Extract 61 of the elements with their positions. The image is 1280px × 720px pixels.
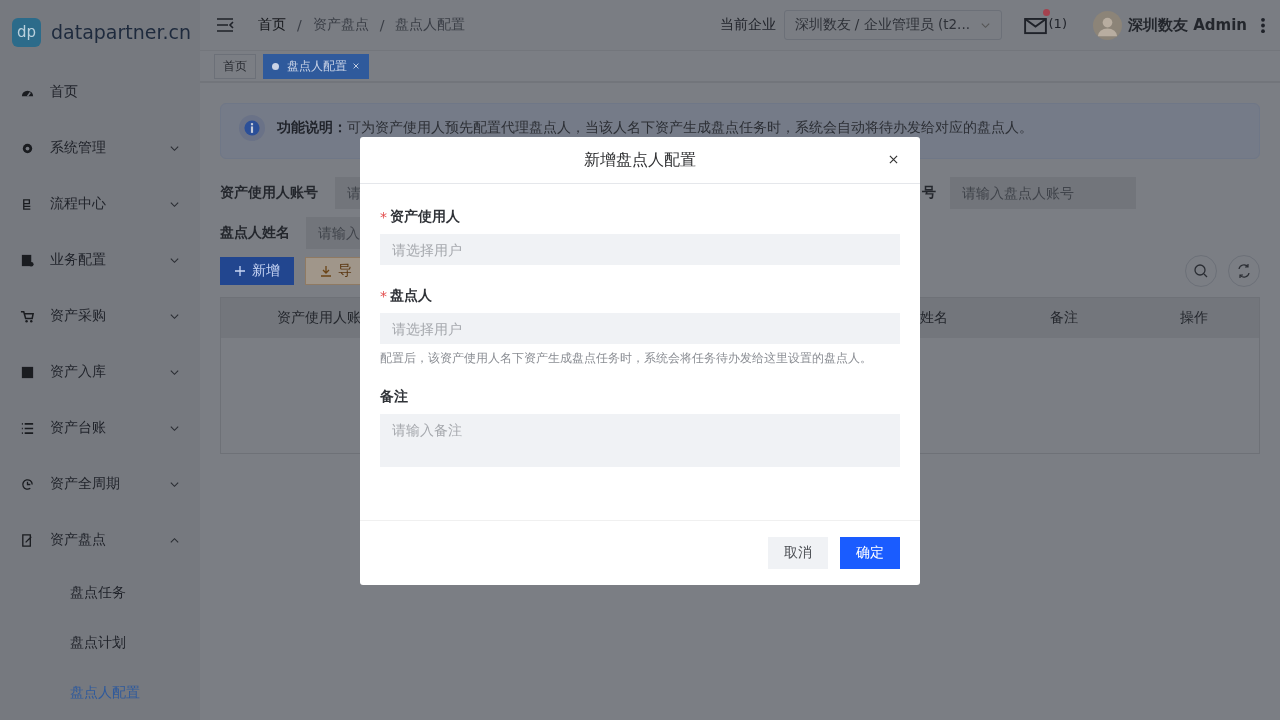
field-label: 盘点人 bbox=[390, 287, 432, 305]
filter-label: 资产使用人账号 bbox=[220, 184, 319, 202]
dialog-title: 新增盘点人配置 bbox=[584, 149, 696, 171]
company-label: 当前企业 bbox=[719, 16, 776, 34]
close-icon[interactable] bbox=[889, 155, 898, 164]
sidebar-item[interactable]: 资产台账 bbox=[0, 400, 200, 456]
breadcrumb-separator: / bbox=[379, 17, 385, 33]
dot-icon bbox=[272, 62, 279, 70]
mail-count: (1) bbox=[1048, 15, 1067, 31]
sidebar-item[interactable]: 首页 bbox=[0, 64, 200, 120]
remark-field[interactable]: 请输入备注 bbox=[380, 414, 900, 467]
breadcrumb-separator: / bbox=[297, 17, 302, 33]
required-mark: * bbox=[380, 288, 387, 304]
page-tab[interactable]: 首页 bbox=[214, 53, 256, 79]
menu-icon bbox=[20, 476, 35, 492]
user-select[interactable]: 请选择用户 bbox=[380, 234, 900, 265]
mail-icon[interactable] bbox=[1023, 17, 1047, 35]
menu-icon bbox=[20, 308, 35, 324]
info-icon bbox=[239, 115, 265, 141]
required-mark: * bbox=[380, 209, 387, 225]
sidebar-subitem[interactable]: 盘点计划 bbox=[0, 618, 200, 668]
menu-icon bbox=[20, 364, 35, 380]
sidebar-item[interactable]: 流程中心 bbox=[0, 176, 200, 232]
column-header: 操作 bbox=[1179, 309, 1209, 327]
column-header: 备注 bbox=[1049, 309, 1079, 327]
menu-icon bbox=[20, 420, 35, 436]
breadcrumb-link[interactable]: 盘点人配置 bbox=[395, 16, 466, 34]
refresh-icon[interactable] bbox=[1228, 255, 1260, 287]
breadcrumb-link[interactable]: 首页 bbox=[258, 16, 286, 34]
user-select[interactable]: 请选择用户 bbox=[380, 313, 900, 344]
menu-icon bbox=[20, 252, 35, 268]
logo-text: datapartner.cn bbox=[51, 21, 192, 43]
user-name[interactable]: 深圳数友 Admin bbox=[1127, 15, 1247, 35]
notice-title: 功能说明： bbox=[277, 119, 347, 137]
menu-icon[interactable] bbox=[216, 17, 234, 33]
column-header: 资产使用人账 bbox=[276, 309, 362, 327]
sidebar-item[interactable]: 系统管理 bbox=[0, 120, 200, 176]
add-button[interactable]: 新增 bbox=[220, 257, 294, 285]
search-icon[interactable] bbox=[1185, 255, 1217, 287]
filter-label: 盘点人姓名 bbox=[220, 224, 291, 242]
logo-icon: dp bbox=[12, 17, 41, 47]
page-tab[interactable]: 盘点人配置 bbox=[263, 53, 369, 79]
confirm-button[interactable]: 确定 bbox=[840, 537, 900, 569]
notice-text: 可为资产使用人预先配置代理盘点人，当该人名下资产生成盘点任务时，系统会自动将待办发给对应的盘点人。 bbox=[347, 119, 1033, 137]
field-label: 备注 bbox=[380, 388, 408, 406]
sidebar-item[interactable]: 资产盘点 bbox=[0, 512, 200, 568]
cancel-button[interactable]: 取消 bbox=[768, 537, 828, 569]
breadcrumb-link[interactable]: 资产盘点 bbox=[312, 16, 369, 34]
sidebar-item[interactable]: 业务配置 bbox=[0, 232, 200, 288]
column-header: 姓名 bbox=[919, 309, 949, 327]
sidebar-item[interactable]: 资产入库 bbox=[0, 344, 200, 400]
field-label: 资产使用人 bbox=[390, 208, 460, 226]
sidebar-subitem[interactable]: 盘点任务 bbox=[0, 568, 200, 618]
company-select[interactable]: 深圳数友 / 企业管理员 (t2... bbox=[783, 10, 1002, 40]
download-icon bbox=[320, 265, 332, 277]
filter-label: 号 bbox=[922, 184, 936, 202]
plus-icon bbox=[234, 265, 246, 277]
more-icon[interactable] bbox=[1260, 16, 1266, 34]
sidebar-item[interactable]: 资产全周期 bbox=[0, 456, 200, 512]
sidebar-item[interactable]: 资产采购 bbox=[0, 288, 200, 344]
field-hint: 配置后，该资产使用人名下资产生成盘点任务时，系统会将任务待办发给这里设置的盘点人。 bbox=[380, 351, 873, 366]
